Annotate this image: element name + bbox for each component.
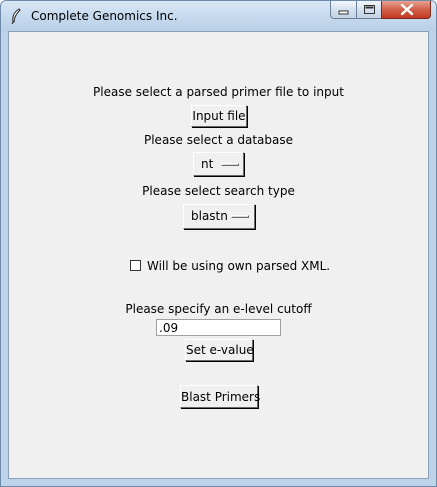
- close-icon: [400, 3, 414, 16]
- maximize-button[interactable]: [356, 1, 381, 19]
- search-type-select[interactable]: blastn: [183, 204, 255, 229]
- input-file-prompt: Please select a parsed primer file to in…: [93, 85, 344, 99]
- window-title: Complete Genomics Inc.: [31, 9, 178, 23]
- own-xml-checkbox[interactable]: [130, 260, 141, 271]
- close-button[interactable]: [381, 1, 431, 19]
- input-file-button[interactable]: Input file: [191, 105, 247, 127]
- set-evalue-button[interactable]: Set e-value: [185, 339, 254, 361]
- app-window: Complete Genomics Inc. Please select a p…: [0, 0, 437, 487]
- client-area: Please select a parsed primer file to in…: [8, 31, 429, 479]
- title-bar[interactable]: Complete Genomics Inc.: [1, 1, 436, 31]
- database-prompt: Please select a database: [143, 133, 294, 147]
- feather-icon: [9, 8, 23, 25]
- search-type-value: blastn: [191, 209, 228, 223]
- database-value: nt: [201, 157, 214, 171]
- own-xml-label: Will be using own parsed XML.: [147, 259, 331, 273]
- option-menu-indicator: [221, 163, 239, 166]
- maximize-icon: [364, 5, 375, 14]
- evalue-prompt: Please specify an e-level cutoff: [125, 302, 312, 316]
- option-menu-indicator: [231, 215, 249, 218]
- minimize-button[interactable]: [330, 1, 356, 19]
- evalue-input[interactable]: [156, 319, 281, 336]
- window-controls: [330, 1, 431, 20]
- search-type-prompt: Please select search type: [142, 184, 295, 198]
- minimize-icon: [338, 10, 349, 15]
- blast-primers-button[interactable]: Blast Primers: [180, 385, 260, 408]
- database-select[interactable]: nt: [193, 152, 244, 176]
